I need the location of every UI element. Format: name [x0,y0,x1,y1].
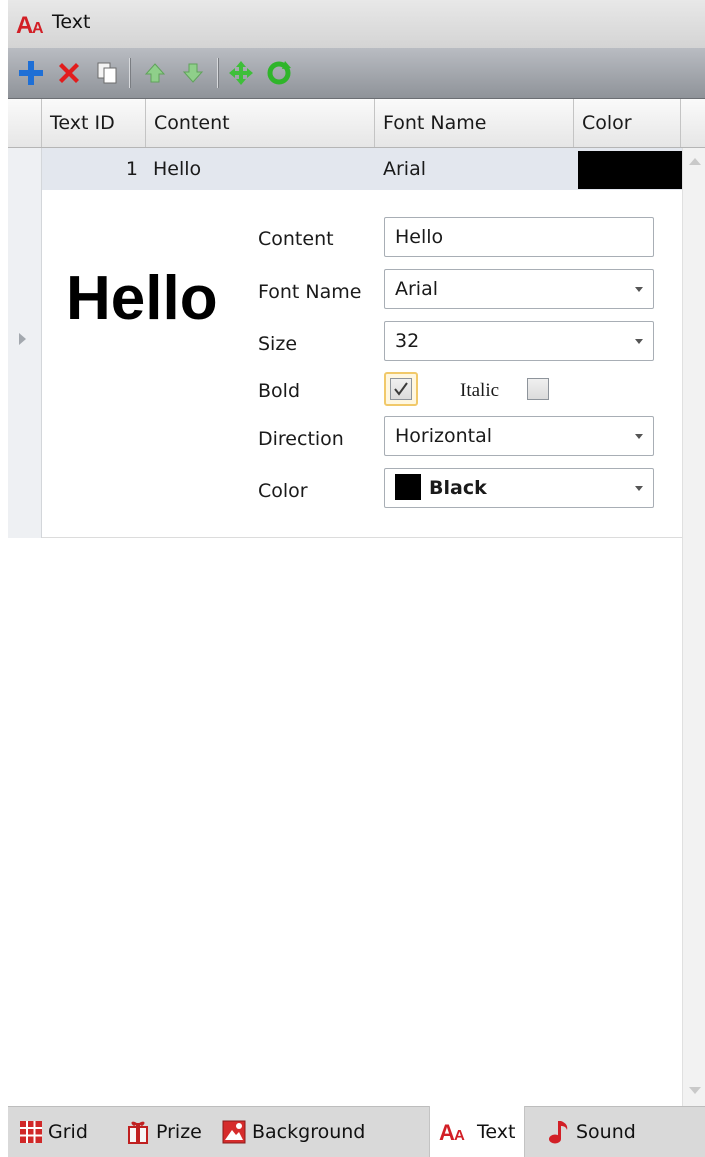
tab-grid[interactable]: Grid [20,1107,88,1157]
background-icon [222,1120,246,1144]
plus-icon [19,61,43,85]
cell-font-name: Arial [383,158,427,180]
chevron-down-icon [635,287,643,292]
color-value: Black [429,477,487,499]
tab-label: Background [252,1121,366,1143]
direction-value: Horizontal [395,425,493,447]
bold-label: Bold [258,380,300,402]
bold-checkbox[interactable] [390,378,412,400]
prize-icon [126,1119,150,1145]
italic-checkbox[interactable] [527,378,549,400]
text-preview: Hello [66,264,218,333]
size-value: 32 [395,330,420,352]
copy-icon [97,62,117,84]
size-label: Size [258,333,298,355]
toolbar [8,48,705,99]
chevron-down-icon [635,486,643,491]
x-icon [59,63,79,83]
cell-color-swatch [578,151,682,189]
direction-label: Direction [258,428,344,450]
tab-label: Text [477,1120,516,1143]
copy-button[interactable] [90,56,124,90]
column-header-font-name[interactable]: Font Name [374,99,573,147]
refresh-icon [267,61,291,85]
color-label: Color [258,480,308,502]
svg-text:A: A [32,20,44,37]
row-detail-panel: Hello Content Hello Font Name Arial Size… [42,190,682,538]
cell-text-id: 1 [125,158,138,180]
checkmark-icon [394,382,408,396]
refresh-button[interactable] [262,56,296,90]
font-name-label: Font Name [258,281,362,303]
panel-title-bar: A A Text [8,0,705,49]
move-up-button[interactable] [138,56,172,90]
move-down-button[interactable] [176,56,210,90]
color-select[interactable]: Black [384,468,654,508]
grid-icon [20,1121,42,1143]
grid-column-header: Text ID Content Font Name Color [8,99,705,148]
tab-prize[interactable]: Prize [126,1107,202,1157]
move-button[interactable] [224,56,258,90]
move-icon [229,61,253,85]
content-input[interactable]: Hello [384,217,654,257]
scroll-down-icon[interactable] [689,1087,701,1094]
text-aa-icon: A A [439,1119,471,1145]
tab-label: Grid [48,1121,88,1143]
text-aa-icon: A A [16,9,50,39]
column-header-text-id[interactable]: Text ID [41,99,145,147]
font-name-value: Arial [395,278,439,300]
cell-content: Hello [153,158,202,180]
panel-title: Text [52,11,91,33]
column-header-filler [680,99,705,147]
add-button[interactable] [14,56,48,90]
tab-background[interactable]: Background [222,1107,365,1157]
column-header-color[interactable]: Color [573,99,680,147]
size-select[interactable]: 32 [384,321,654,361]
tab-label: Sound [576,1121,636,1143]
svg-text:A: A [439,1120,455,1145]
vertical-scrollbar[interactable] [682,148,705,1106]
direction-select[interactable]: Horizontal [384,416,654,456]
music-note-icon [548,1119,570,1145]
font-name-select[interactable]: Arial [384,269,654,309]
column-header-content[interactable]: Content [145,99,374,147]
tab-text[interactable]: A A Text [429,1106,526,1157]
chevron-down-icon [635,339,643,344]
color-swatch [395,473,421,500]
row-expand-arrow-icon[interactable] [19,333,26,345]
tab-label: Prize [156,1121,202,1143]
table-row[interactable]: 1 Hello Arial [42,148,682,191]
scroll-up-icon[interactable] [689,158,701,165]
bottom-tab-bar: Grid Prize Background A A Text Sound [8,1106,705,1157]
chevron-down-icon [635,434,643,439]
svg-text:A: A [16,12,33,39]
delete-button[interactable] [52,56,86,90]
italic-label: Italic [460,380,500,401]
arrow-up-icon [144,63,166,83]
svg-text:A: A [454,1127,465,1144]
arrow-down-icon [182,63,204,83]
tab-sound[interactable]: Sound [548,1107,636,1157]
content-label: Content [258,228,334,250]
